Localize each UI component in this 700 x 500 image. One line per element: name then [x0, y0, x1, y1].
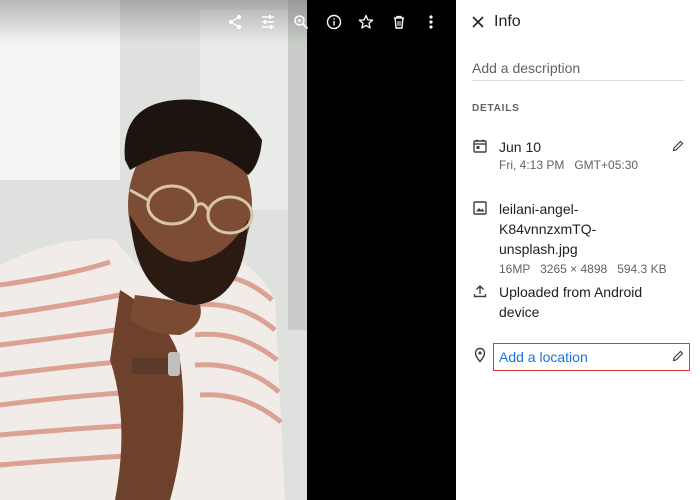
edit-date-button[interactable]: [670, 138, 686, 154]
zoom-button[interactable]: [289, 10, 313, 34]
date-details: Jun 10 Fri, 4:13 PM GMT+05:30: [499, 137, 674, 173]
image-icon: [473, 201, 487, 215]
zoom-in-icon: [294, 15, 309, 30]
upload-line2: device: [499, 304, 540, 320]
pencil-icon: [672, 140, 684, 152]
share-button[interactable]: [223, 10, 247, 34]
upload-line1: Uploaded from Android: [499, 284, 643, 300]
favorite-button[interactable]: [354, 10, 378, 34]
edit-button[interactable]: [256, 10, 280, 34]
share-icon: [229, 15, 241, 29]
photo[interactable]: [0, 0, 307, 500]
file-details: leilani-angel-K84vnnzxmTQ- unsplash.jpg …: [499, 199, 674, 277]
photo-viewer: [0, 0, 456, 500]
viewer-toolbar: [0, 0, 456, 44]
info-panel-title: Info: [494, 13, 521, 30]
file-name-line1: leilani-angel-K84vnnzxmTQ-: [499, 201, 597, 237]
info-icon: [326, 14, 342, 30]
calendar-icon: [473, 139, 487, 153]
delete-icon: [394, 15, 404, 29]
details-section-label: DETAILS: [472, 103, 520, 114]
date-secondary: Fri, 4:13 PM GMT+05:30: [499, 158, 639, 172]
close-button[interactable]: [468, 12, 488, 32]
delete-button[interactable]: [387, 10, 411, 34]
more-vert-icon: [429, 15, 433, 29]
location-pin-icon: [474, 347, 486, 363]
edit-icon: [262, 15, 274, 29]
info-panel: Info DETAILS Jun 10 Fri, 4:13 PM GMT+05:…: [456, 0, 700, 500]
location-highlight-box: [493, 343, 690, 371]
close-icon: [472, 16, 484, 28]
info-panel-header: Info: [456, 0, 700, 44]
file-meta: 16MP 3265 × 4898 594.3 KB: [499, 262, 667, 276]
upload-details: Uploaded from Android device: [499, 282, 674, 322]
upload-icon: [473, 285, 487, 298]
file-name-line2: unsplash.jpg: [499, 241, 578, 257]
date-primary: Jun 10: [499, 139, 542, 155]
star-icon: [358, 14, 374, 29]
description-input[interactable]: [472, 58, 684, 81]
more-options-button[interactable]: [419, 10, 443, 34]
photo-illustration: [0, 0, 307, 500]
info-button[interactable]: [322, 10, 346, 34]
